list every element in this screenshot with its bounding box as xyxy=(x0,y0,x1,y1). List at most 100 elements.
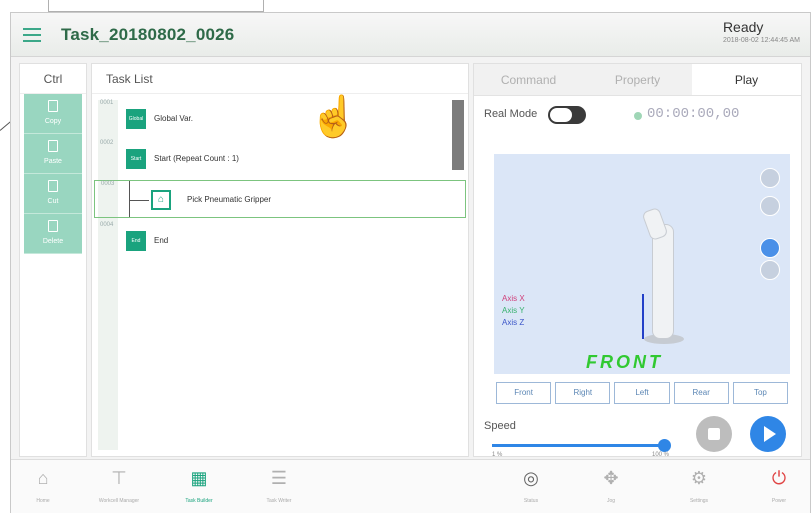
gripper-block-icon: ⌂ xyxy=(151,190,171,210)
row-number: 0003 xyxy=(101,181,115,187)
task-row-global-var[interactable]: 0001 Global Var Global Var. xyxy=(94,100,466,142)
view-rear-button[interactable]: Rear xyxy=(673,382,729,404)
tree-branch xyxy=(129,200,149,201)
pan-view-icon[interactable] xyxy=(760,260,780,280)
status-timestamp: 2018-08-02 12:44:45 AM xyxy=(722,37,800,44)
delete-label: Delete xyxy=(42,238,64,245)
speed-max-label: 100 % xyxy=(652,452,670,458)
delete-button[interactable]: Delete xyxy=(24,214,82,254)
z-axis-line xyxy=(642,294,644,339)
settings-icon: ⚙ xyxy=(690,468,708,488)
row-number: 0002 xyxy=(100,140,114,146)
view-top-button[interactable]: Top xyxy=(732,382,789,404)
nav-label: Jog xyxy=(606,498,616,504)
cut-icon xyxy=(48,180,58,192)
paste-label: Paste xyxy=(44,158,62,165)
end-block-icon: End xyxy=(126,231,146,251)
view-buttons: Front Right Left Rear Top xyxy=(494,380,790,406)
axis-z-label: Axis Z xyxy=(502,318,525,327)
row-label: Pick Pneumatic Gripper xyxy=(187,195,272,204)
axis-y-label: Axis Y xyxy=(502,306,525,315)
nav-label: Task Writer xyxy=(266,498,292,504)
nav-label: Task Builder xyxy=(185,498,213,504)
real-mode-toggle[interactable] xyxy=(548,106,586,124)
cut-label: Cut xyxy=(47,198,59,205)
view-front-button[interactable]: Front xyxy=(496,382,552,404)
toggle-knob xyxy=(550,108,572,122)
robot-3d-view[interactable]: Axis X Axis Y Axis Z FRONT xyxy=(494,154,790,374)
nav-home[interactable]: ⌂ Home xyxy=(13,466,73,504)
row-label: End xyxy=(154,236,169,245)
speed-slider-fill xyxy=(492,444,664,447)
view-right-button[interactable]: Right xyxy=(555,382,611,404)
menu-icon[interactable] xyxy=(23,28,41,42)
header-bar: Task_20180802_0026 Ready 2018-08-02 12:4… xyxy=(11,13,810,57)
status-area: Ready 2018-08-02 12:44:45 AM xyxy=(723,19,800,44)
nav-status[interactable]: ◎ Status xyxy=(501,466,561,504)
timer-status-dot xyxy=(634,112,642,120)
tab-command[interactable]: Command xyxy=(474,64,583,95)
home-icon: ⌂ xyxy=(37,468,49,488)
task-row-end[interactable]: 0004 End End xyxy=(94,222,466,260)
row-number: 0004 xyxy=(100,222,114,228)
front-label: FRONT xyxy=(586,352,663,372)
nav-power[interactable]: ⏻ Power xyxy=(749,466,809,504)
bottom-nav: ⌂ Home ⊤ Workcell Manager ▦ Task Builder ☰ T… xyxy=(11,459,810,513)
status-icon: ◎ xyxy=(523,468,539,488)
task-title: Task_20180802_0026 xyxy=(61,25,235,44)
speed-label: Speed xyxy=(484,420,516,432)
zoom-out-icon[interactable] xyxy=(760,196,780,216)
task-list-title: Task List xyxy=(92,64,468,94)
start-block-icon: Start xyxy=(126,149,146,169)
nav-label: Home xyxy=(36,498,50,504)
task-list-panel: Task List 0001 Global Var Global Var. 00… xyxy=(91,63,469,457)
task-row-start[interactable]: 0002 Start Start (Repeat Count : 1) xyxy=(94,140,466,178)
tab-play[interactable]: Play xyxy=(692,64,801,95)
robot-arm xyxy=(652,224,674,339)
ctrl-title: Ctrl xyxy=(20,64,86,94)
play-panel: Command Property Play Real Mode 00:00:00… xyxy=(473,63,802,458)
nav-label: Status xyxy=(523,498,539,504)
nav-task-writer[interactable]: ☰ Task Writer xyxy=(249,466,309,504)
speed-slider-knob[interactable] xyxy=(658,439,671,452)
tree-line xyxy=(129,181,130,217)
paste-button[interactable]: Paste xyxy=(24,134,82,174)
app-window: Task_20180802_0026 Ready 2018-08-02 12:4… xyxy=(10,12,811,513)
task-row-pick-gripper[interactable]: 0003 ⌂ Pick Pneumatic Gripper xyxy=(94,180,466,218)
stop-button[interactable] xyxy=(696,416,732,452)
nav-settings[interactable]: ⚙ Settings xyxy=(669,466,729,504)
nav-task-builder[interactable]: ▦ Task Builder xyxy=(169,466,229,504)
nav-jog[interactable]: ✥ Jog xyxy=(581,466,641,504)
jog-icon: ✥ xyxy=(603,468,619,488)
view-left-button[interactable]: Left xyxy=(614,382,670,404)
copy-label: Copy xyxy=(44,118,62,125)
axis-x-label: Axis X xyxy=(502,294,525,303)
touch-hand-icon: ☝ xyxy=(309,95,359,139)
run-timer: 00:00:00,00 xyxy=(647,106,740,122)
copy-button[interactable]: Copy xyxy=(24,94,82,134)
nav-label: Workcell Manager xyxy=(98,498,140,504)
row-label: Start (Repeat Count : 1) xyxy=(154,154,239,163)
nav-label: Power xyxy=(771,498,787,504)
ctrl-panel: Ctrl Copy Paste Cut Delete xyxy=(19,63,87,457)
row-label: Global Var. xyxy=(154,114,193,123)
power-icon: ⏻ xyxy=(771,468,787,488)
workcell-icon: ⊤ xyxy=(111,468,127,488)
nav-label: Settings xyxy=(689,498,709,504)
task-builder-icon: ▦ xyxy=(190,468,208,488)
delete-icon xyxy=(48,220,58,232)
row-number: 0001 xyxy=(100,100,114,106)
global-var-block-icon: Global Var xyxy=(126,109,146,142)
tab-property[interactable]: Property xyxy=(583,64,692,95)
play-button[interactable] xyxy=(750,416,786,452)
cut-button[interactable]: Cut xyxy=(24,174,82,214)
nav-workcell-manager[interactable]: ⊤ Workcell Manager xyxy=(89,466,149,504)
copy-icon xyxy=(48,100,58,112)
rotate-view-icon[interactable] xyxy=(760,238,780,258)
task-writer-icon: ☰ xyxy=(270,468,288,488)
window-tab-edge xyxy=(48,0,264,12)
speed-slider[interactable] xyxy=(492,439,671,452)
real-mode-label: Real Mode xyxy=(484,108,538,120)
paste-icon xyxy=(48,140,58,152)
zoom-in-icon[interactable] xyxy=(760,168,780,188)
